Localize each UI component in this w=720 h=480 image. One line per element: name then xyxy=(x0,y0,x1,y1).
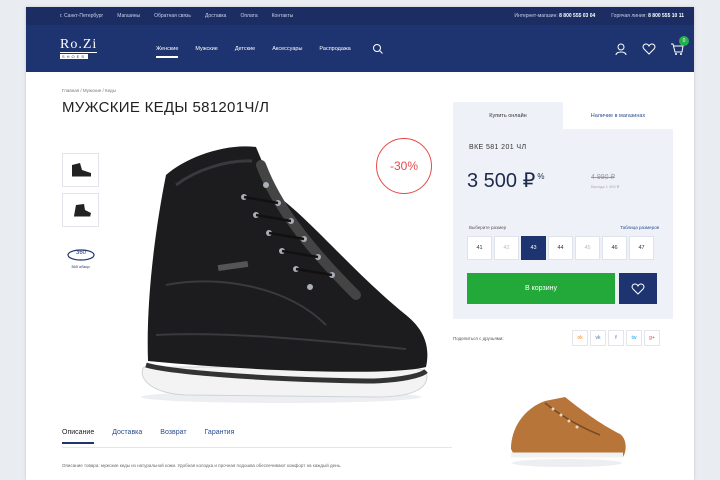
service-phone[interactable]: 8 800 555 03 04 xyxy=(559,13,595,19)
google-plus-icon[interactable]: g+ xyxy=(644,330,660,346)
menu-item-men[interactable]: Мужские xyxy=(195,43,217,55)
vk-icon[interactable]: vk xyxy=(590,330,606,346)
thumbnail-side[interactable] xyxy=(62,153,99,187)
purchase-panel: Купить онлайн Наличие в магазинах ВКЕ 58… xyxy=(453,102,673,319)
add-to-cart-button[interactable]: В корзину xyxy=(467,273,615,304)
info-tabs: Описание Доставка Возврат Гарантия xyxy=(62,429,234,444)
tab-store-availability[interactable]: Наличие в магазинах xyxy=(563,102,673,129)
thumbnail-angle[interactable] xyxy=(62,193,99,227)
menu-item-sale[interactable]: Распродажа xyxy=(319,43,350,55)
product-description: Описание товара: мужские кеды из натурал… xyxy=(62,463,342,468)
size-option[interactable]: 42 xyxy=(494,236,519,260)
topbar-link-payment[interactable]: Оплата xyxy=(240,13,257,19)
share-label: Поделиться с друзьями: xyxy=(453,336,504,341)
add-to-favorites-button[interactable] xyxy=(619,273,657,304)
size-option[interactable]: 47 xyxy=(629,236,654,260)
tab-description[interactable]: Описание xyxy=(62,429,95,444)
odnoklassniki-icon[interactable]: ok xyxy=(572,330,588,346)
heart-icon xyxy=(631,282,645,295)
size-option-selected[interactable]: 43 xyxy=(521,236,546,260)
cart-count-badge: 0 xyxy=(679,35,689,46)
topbar-link-stores[interactable]: Магазины xyxy=(117,13,140,19)
city-selector[interactable]: г. Санкт-Петербург xyxy=(60,13,103,19)
social-links: ok vk f tw g+ xyxy=(572,330,660,346)
saving-text: Выгода 1 490 ₽ xyxy=(591,184,620,189)
current-price: 3 500 ₽% xyxy=(467,168,544,193)
discount-badge: -30% xyxy=(376,138,432,194)
menu-item-accessories[interactable]: Аксессуары xyxy=(272,43,302,55)
tab-return[interactable]: Возврат xyxy=(160,429,186,444)
price-value: 3 500 ₽ xyxy=(467,170,536,192)
size-option[interactable]: 45 xyxy=(575,236,600,260)
cart-icon[interactable]: 0 xyxy=(670,35,689,56)
page-frame: г. Санкт-Петербург Магазины Обратная свя… xyxy=(26,7,694,480)
topbar-link-contacts[interactable]: Контакты xyxy=(272,13,294,19)
page-title: МУЖСКИЕ КЕДЫ 581201Ч/Л xyxy=(62,99,270,116)
search-icon[interactable] xyxy=(372,43,384,55)
hotline-phone[interactable]: 8 800 555 10 11 xyxy=(648,13,684,19)
tab-delivery[interactable]: Доставка xyxy=(112,429,142,444)
size-table-link[interactable]: Таблица размеров xyxy=(620,225,659,230)
thumbnail-360-label: 360 обзор xyxy=(71,263,90,269)
header-icons: 0 xyxy=(614,35,689,56)
boot-angle-thumbnail-icon xyxy=(73,204,91,218)
breadcrumb[interactable]: Главная / Мужские / Кеды xyxy=(62,88,116,93)
facebook-icon[interactable]: f xyxy=(608,330,624,346)
tab-warranty[interactable]: Гарантия xyxy=(205,429,235,444)
rotate-360-icon: 360 xyxy=(66,248,95,261)
svg-text:360: 360 xyxy=(75,250,86,256)
menu-item-kids[interactable]: Детские xyxy=(235,43,255,55)
tab-buy-online[interactable]: Купить онлайн xyxy=(453,102,563,129)
product-sku: ВКЕ 581 201 ЧЛ xyxy=(469,144,527,151)
heart-icon[interactable] xyxy=(642,42,656,56)
twitter-icon[interactable]: tw xyxy=(626,330,642,346)
logo-sub: SHOES xyxy=(60,54,89,59)
boot-thumbnail-icon xyxy=(71,163,91,178)
service-label: Интернет-магазин: xyxy=(514,13,558,19)
size-option[interactable]: 44 xyxy=(548,236,573,260)
user-icon[interactable] xyxy=(614,42,628,56)
purchase-tabs: Купить онлайн Наличие в магазинах xyxy=(453,102,673,129)
size-option[interactable]: 41 xyxy=(467,236,492,260)
logo-main: Ro.Zi xyxy=(60,37,98,53)
size-selector: 41 42 43 44 45 46 47 xyxy=(467,236,654,260)
main-header: Ro.Zi SHOES Женские Мужские Детские Аксе… xyxy=(26,25,694,72)
tabs-divider xyxy=(62,447,452,448)
topbar-link-feedback[interactable]: Обратная связь xyxy=(154,13,191,19)
old-price: 4 990 ₽ xyxy=(591,174,615,181)
topbar-link-delivery[interactable]: Доставка xyxy=(205,13,226,19)
size-option[interactable]: 46 xyxy=(602,236,627,260)
main-menu: Женские Мужские Детские Аксессуары Распр… xyxy=(156,43,384,58)
hotline-label: Горячая линия: xyxy=(611,13,647,19)
price-note: % xyxy=(537,172,545,182)
logo[interactable]: Ro.Zi SHOES xyxy=(60,35,110,63)
menu-item-women[interactable]: Женские xyxy=(156,43,179,58)
thumbnail-360[interactable]: 360 360 обзор xyxy=(62,240,99,274)
topbar-phones: Интернет-магазин: 8 800 555 03 04 Горяча… xyxy=(514,13,684,19)
recommended-product-image[interactable] xyxy=(505,379,630,469)
top-bar: г. Санкт-Петербург Магазины Обратная свя… xyxy=(26,7,694,25)
size-label: Выберите размер xyxy=(469,225,507,230)
